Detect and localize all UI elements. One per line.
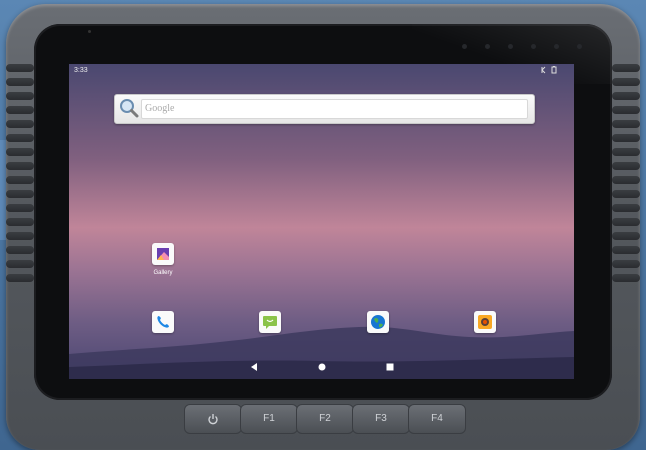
status-time: 3:33 (74, 67, 88, 74)
left-grip (6, 64, 34, 282)
gallery-icon (157, 248, 169, 260)
browser-app-icon[interactable] (367, 311, 389, 333)
search-icon[interactable] (119, 98, 139, 118)
gallery-app-icon[interactable] (152, 243, 174, 265)
sensor-array (462, 44, 582, 49)
phone-icon (157, 316, 169, 328)
f2-key[interactable]: F2 (296, 404, 354, 434)
back-icon[interactable] (248, 361, 260, 373)
front-camera (88, 30, 91, 33)
messaging-app-icon[interactable] (259, 311, 281, 333)
phone-app-icon[interactable] (152, 311, 174, 333)
f4-key[interactable]: F4 (408, 404, 466, 434)
search-placeholder: Google (145, 103, 175, 114)
status-icons (540, 66, 560, 76)
hardware-key-row: F1 F2 F3 F4 (180, 404, 466, 436)
recents-icon[interactable] (384, 361, 396, 373)
google-search-bar[interactable]: Google (114, 94, 535, 124)
search-input[interactable] (141, 99, 528, 119)
power-icon (208, 414, 218, 425)
message-icon (263, 316, 277, 329)
android-home-screen: 3:33 Google Gallery (69, 64, 574, 379)
navigation-bar (69, 355, 574, 379)
home-icon[interactable] (316, 361, 328, 373)
camera-icon (478, 315, 492, 329)
right-grip (612, 64, 640, 282)
power-key[interactable] (184, 404, 242, 434)
f3-key[interactable]: F3 (352, 404, 410, 434)
f1-key[interactable]: F1 (240, 404, 298, 434)
status-bar: 3:33 (69, 64, 574, 78)
gallery-label: Gallery (153, 270, 173, 276)
camera-app-icon[interactable] (474, 311, 496, 333)
globe-icon (371, 315, 385, 329)
